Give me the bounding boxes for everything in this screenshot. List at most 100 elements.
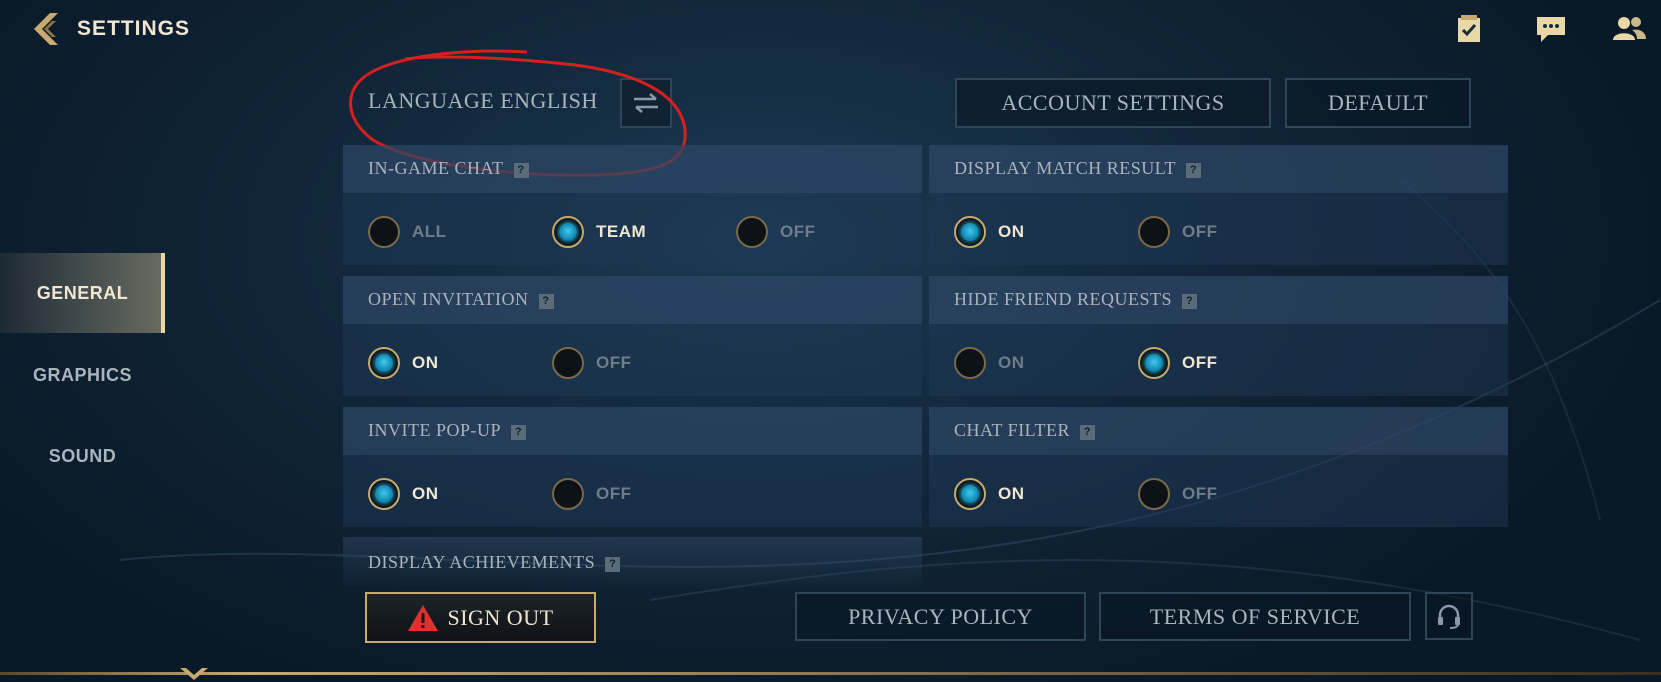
invite-popup-option-on[interactable]: ON [368,478,439,510]
radio-button[interactable] [1138,478,1170,510]
radio-button[interactable] [1138,216,1170,248]
sidebar-item-graphics[interactable]: GRAPHICS [0,335,165,415]
option-label: OFF [596,353,632,372]
display-achievements-title: DISPLAY ACHIEVEMENTS? [368,552,621,573]
option-label: ON [998,353,1025,372]
chat-filter-label: CHAT FILTER [954,420,1071,440]
support-button[interactable] [1425,592,1473,640]
help-icon[interactable]: ? [538,294,554,309]
option-label: ON [998,484,1025,503]
top-bar: SETTINGS [0,0,1661,60]
option-label: OFF [596,484,632,503]
display-match-result-option-off[interactable]: OFF [1138,216,1218,248]
sidebar-item-general[interactable]: GENERAL [0,253,165,333]
sidebar-item-sound[interactable]: SOUND [0,416,165,496]
ingame-chat-panel: IN-GAME CHAT? ALL TEAM OFF [343,145,922,265]
hide-friend-requests-panel: HIDE FRIEND REQUESTS? ON OFF [929,276,1508,396]
sign-out-button[interactable]: SIGN OUT [365,592,596,643]
radio-button-selected[interactable] [368,347,400,379]
page-title: SETTINGS [77,17,191,40]
help-icon[interactable]: ? [1080,425,1096,440]
help-icon[interactable]: ? [511,425,527,440]
help-icon[interactable]: ? [1182,294,1198,309]
radio-button-selected[interactable] [954,478,986,510]
terms-of-service-button[interactable]: TERMS OF SERVICE [1099,592,1411,641]
option-label: TEAM [596,222,647,241]
radio-button-selected[interactable] [954,216,986,248]
chat-filter-option-off[interactable]: OFF [1138,478,1218,510]
radio-button[interactable] [954,347,986,379]
option-label: OFF [1182,222,1218,241]
default-label: DEFAULT [1327,90,1429,115]
invite-popup-title: INVITE POP-UP? [368,420,527,441]
sidebar-item-label: GENERAL [36,282,129,303]
expand-chevron-icon [180,668,208,680]
account-settings-label: ACCOUNT SETTINGS [1001,90,1225,115]
chat-filter-option-on[interactable]: ON [954,478,1025,510]
privacy-policy-button[interactable]: PRIVACY POLICY [795,592,1086,641]
option-label: ON [412,484,439,503]
ingame-chat-option-off[interactable]: OFF [736,216,816,248]
headset-icon [1438,604,1460,629]
chat-filter-panel: CHAT FILTER? ON OFF [929,407,1508,527]
radio-button-selected[interactable] [1138,347,1170,379]
option-label: ON [998,222,1025,241]
option-label: OFF [1182,484,1218,503]
language-swap-button[interactable] [620,78,672,128]
ingame-chat-option-all[interactable]: ALL [368,216,447,248]
chat-icon [1537,17,1565,42]
invite-popup-panel: INVITE POP-UP? ON OFF [343,407,922,527]
missions-button[interactable] [1452,14,1486,44]
open-invitation-title: OPEN INVITATION? [368,289,554,310]
display-match-result-label: DISPLAY MATCH RESULT [954,158,1177,178]
account-settings-button[interactable]: ACCOUNT SETTINGS [955,78,1271,128]
hide-friend-requests-title: HIDE FRIEND REQUESTS? [954,289,1198,310]
radio-button-selected[interactable] [368,478,400,510]
option-label: ON [412,353,439,372]
swap-arrows-icon [634,93,658,113]
option-label: OFF [780,222,816,241]
sidebar-item-label: GRAPHICS [32,364,132,385]
open-invitation-option-on[interactable]: ON [368,347,439,379]
radio-button[interactable] [736,216,768,248]
display-achievements-label: DISPLAY ACHIEVEMENTS [368,552,596,572]
display-match-result-option-on[interactable]: ON [954,216,1025,248]
ingame-chat-option-team[interactable]: TEAM [552,216,646,248]
checklist-icon [1458,15,1480,42]
bottom-border [0,672,1661,675]
display-match-result-panel: DISPLAY MATCH RESULT? ON OFF [929,145,1508,265]
ingame-chat-label: IN-GAME CHAT [368,158,504,178]
open-invitation-panel: OPEN INVITATION? ON OFF [343,276,922,396]
friends-icon [1613,17,1646,40]
terms-of-service-label: TERMS OF SERVICE [1149,603,1361,629]
back-button[interactable] [28,11,64,47]
sidebar-item-label: SOUND [48,445,117,466]
radio-button[interactable] [368,216,400,248]
option-label: OFF [1182,353,1218,372]
display-achievements-panel: DISPLAY ACHIEVEMENTS? [343,537,922,587]
radio-button[interactable] [552,347,584,379]
help-icon[interactable]: ? [513,163,529,178]
help-icon[interactable]: ? [605,557,621,572]
invite-popup-label: INVITE POP-UP [368,420,502,440]
language-label: LANGUAGE ENGLISH [368,88,598,113]
radio-button-selected[interactable] [552,216,584,248]
chat-filter-title: CHAT FILTER? [954,420,1096,441]
hide-friend-requests-option-off[interactable]: OFF [1138,347,1218,379]
warning-icon [408,604,439,631]
hide-friend-requests-option-on[interactable]: ON [954,347,1025,379]
friends-button[interactable] [1612,14,1646,44]
radio-button[interactable] [552,478,584,510]
display-match-result-title: DISPLAY MATCH RESULT? [954,158,1202,179]
open-invitation-option-off[interactable]: OFF [552,347,632,379]
help-icon[interactable]: ? [1186,163,1202,178]
privacy-policy-label: PRIVACY POLICY [848,603,1033,629]
sign-out-label: SIGN OUT [447,604,554,630]
open-invitation-label: OPEN INVITATION [368,289,529,309]
default-button[interactable]: DEFAULT [1285,78,1471,128]
hide-friend-requests-label: HIDE FRIEND REQUESTS [954,289,1173,309]
chat-button[interactable] [1534,14,1568,44]
invite-popup-option-off[interactable]: OFF [552,478,632,510]
ingame-chat-title: IN-GAME CHAT? [368,158,529,179]
option-label: ALL [412,222,447,241]
